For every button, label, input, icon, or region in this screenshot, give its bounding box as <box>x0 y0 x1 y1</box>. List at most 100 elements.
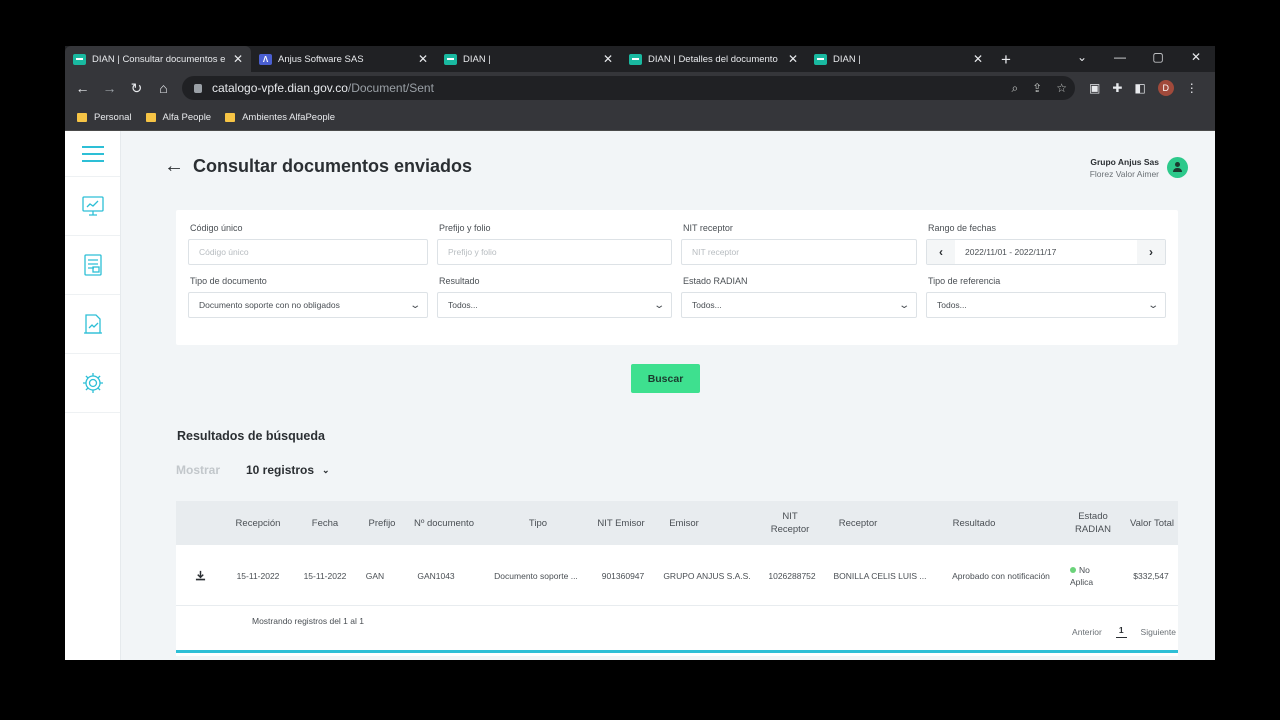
tab-consultar-documentos[interactable]: DIAN | Consultar documentos e ✕ <box>65 46 251 72</box>
back-arrow-icon[interactable]: ← <box>164 155 184 178</box>
tab-dian-1[interactable]: DIAN | ✕ <box>436 46 621 72</box>
column-header[interactable]: Estado RADIAN <box>1066 501 1120 545</box>
new-tab-button[interactable]: + <box>1001 48 1011 72</box>
column-header[interactable]: Tipo <box>486 501 590 545</box>
filter-label: Tipo de documento <box>190 276 267 286</box>
cell-receptor: BONILLA CELIS LUIS ... <box>833 570 927 581</box>
tab-detalles-documento[interactable]: DIAN | Detalles del documento ✕ <box>621 46 806 72</box>
column-header[interactable]: Recepción <box>226 501 290 545</box>
chevron-left-icon[interactable]: ‹ <box>927 240 955 264</box>
extensions-area: ▣ ✚ ◧ D ⋮ <box>1089 80 1198 96</box>
table-scroll-bar[interactable] <box>176 650 1178 653</box>
codigo-unico-input[interactable]: Código único <box>188 239 428 265</box>
user-name: Florez Valor Aimer <box>1089 169 1159 179</box>
tab-anjus-software[interactable]: Λ Anjus Software SAS ✕ <box>251 46 436 72</box>
address-bar[interactable]: catalogo-vpfe.dian.gov.co /Document/Sent… <box>182 76 1075 100</box>
bookmark-alfa-people[interactable]: Alfa People <box>145 112 211 123</box>
maximize-icon[interactable]: ▢ <box>1139 50 1177 64</box>
column-header[interactable]: Valor Total <box>1130 501 1174 545</box>
forward-icon[interactable]: → <box>96 80 123 96</box>
column-header[interactable]: Fecha <box>300 501 350 545</box>
cell-tipo: Documento soporte ... <box>494 570 578 581</box>
status-dot-icon <box>1070 566 1076 573</box>
date-range-picker: ‹ 2022/11/01 - 2022/11/17 › <box>926 239 1166 265</box>
tab-dian-2[interactable]: DIAN | ✕ <box>806 46 991 72</box>
star-icon[interactable]: ☆ <box>1056 81 1067 96</box>
gear-icon <box>82 373 103 393</box>
dian-icon <box>444 53 457 65</box>
chevron-right-icon[interactable]: › <box>1137 240 1165 264</box>
bookmark-ambientes-alfapeople[interactable]: Ambientes AlfaPeople <box>225 112 335 123</box>
close-icon[interactable]: ✕ <box>788 52 798 66</box>
tipo-documento-select[interactable]: Documento soporte con no obligados ⌄ <box>188 292 428 318</box>
sidebar <box>65 131 121 660</box>
download-icon[interactable] <box>190 545 210 606</box>
tab-title: Anjus Software SAS <box>278 53 364 65</box>
sidebar-menu-toggle[interactable] <box>65 131 120 177</box>
prefijo-folio-input[interactable]: Prefijo y folio <box>437 239 672 265</box>
zoom-icon[interactable]: ⌕ <box>1011 81 1018 96</box>
resultado-select[interactable]: Todos... ⌄ <box>437 292 672 318</box>
hamburger-icon <box>81 145 104 162</box>
pagination: Anterior 1 Siguiente <box>1072 625 1176 638</box>
table-row[interactable]: 15-11-2022 15-11-2022 GAN GAN1043 Docume… <box>176 545 1178 606</box>
close-icon[interactable]: ✕ <box>233 52 243 66</box>
close-window-icon[interactable]: ✕ <box>1177 50 1215 64</box>
user-avatar-icon[interactable] <box>1167 157 1188 178</box>
close-icon[interactable]: ✕ <box>418 52 428 66</box>
reload-icon[interactable]: ↻ <box>123 80 150 97</box>
column-header[interactable]: NIT Emisor <box>596 501 646 545</box>
filter-tipo-documento: Tipo de documento Documento soporte con … <box>188 276 428 318</box>
back-icon[interactable]: ← <box>69 80 96 96</box>
cell-recepcion: 15-11-2022 <box>236 570 280 581</box>
bookmark-label: Personal <box>94 111 132 123</box>
column-header[interactable]: Nº documento <box>412 501 476 545</box>
bookmark-personal[interactable]: Personal <box>77 112 132 123</box>
pager-page-1[interactable]: 1 <box>1115 625 1127 638</box>
column-header[interactable]: Receptor <box>830 501 886 545</box>
share-icon[interactable]: ⇪ <box>1032 81 1042 96</box>
table-footer: Mostrando registros del 1 al 1 Anterior … <box>176 606 1178 656</box>
date-range-value[interactable]: 2022/11/01 - 2022/11/17 <box>955 247 1137 257</box>
estado-radian-select[interactable]: Todos... ⌄ <box>681 292 917 318</box>
select-value: Todos... <box>448 300 478 310</box>
select-value: Todos... <box>692 300 722 310</box>
pager-next[interactable]: Siguiente <box>1141 627 1176 637</box>
cell-prefijo: GAN <box>365 570 385 581</box>
select-value: Todos... <box>937 300 967 310</box>
chevron-down-icon: ⌄ <box>1146 299 1159 311</box>
column-header[interactable]: NIT Receptor <box>762 501 818 545</box>
sidebar-item-settings[interactable] <box>65 354 120 413</box>
translate-extension-icon[interactable]: ▣ <box>1089 81 1100 95</box>
puzzle-icon[interactable]: ✚ <box>1112 81 1122 95</box>
close-icon[interactable]: ✕ <box>603 52 613 66</box>
tipo-referencia-select[interactable]: Todos... ⌄ <box>926 292 1166 318</box>
column-header[interactable]: Prefijo <box>360 501 404 545</box>
profile-avatar[interactable]: D <box>1157 80 1174 96</box>
filter-tipo-referencia: Tipo de referencia Todos... ⌄ <box>926 276 1166 318</box>
pager-previous[interactable]: Anterior <box>1072 627 1102 637</box>
search-button[interactable]: Buscar <box>631 364 700 393</box>
sidebar-item-reports[interactable] <box>65 295 120 354</box>
folder-icon <box>77 112 87 122</box>
nit-receptor-input[interactable]: NIT receptor <box>681 239 917 265</box>
sidebar-item-dashboard[interactable] <box>65 177 120 236</box>
user-info: Grupo Anjus Sas Florez Valor Aimer <box>1090 157 1159 179</box>
home-icon[interactable]: ⌂ <box>150 80 177 96</box>
side-panel-icon[interactable]: ◧ <box>1134 81 1145 95</box>
filter-label: Tipo de referencia <box>928 276 1001 286</box>
filter-label: Prefijo y folio <box>439 223 491 233</box>
column-header[interactable]: Resultado <box>938 501 1010 545</box>
cell-fecha: 15-11-2022 <box>303 570 347 581</box>
document-icon <box>83 254 102 276</box>
filter-label: Resultado <box>439 276 480 286</box>
sidebar-item-documents[interactable] <box>65 236 120 295</box>
minimize-icon[interactable]: — <box>1101 50 1139 64</box>
tab-strip: DIAN | Consultar documentos e ✕ Λ Anjus … <box>65 46 1215 72</box>
close-icon[interactable]: ✕ <box>973 52 983 66</box>
filter-resultado: Resultado Todos... ⌄ <box>437 276 672 318</box>
menu-icon[interactable]: ⋮ <box>1186 81 1198 95</box>
page-size-select[interactable]: 10 registros ⌄ <box>246 463 330 477</box>
column-header[interactable]: Emisor <box>656 501 712 545</box>
tab-search-icon[interactable]: ⌄ <box>1063 50 1101 64</box>
